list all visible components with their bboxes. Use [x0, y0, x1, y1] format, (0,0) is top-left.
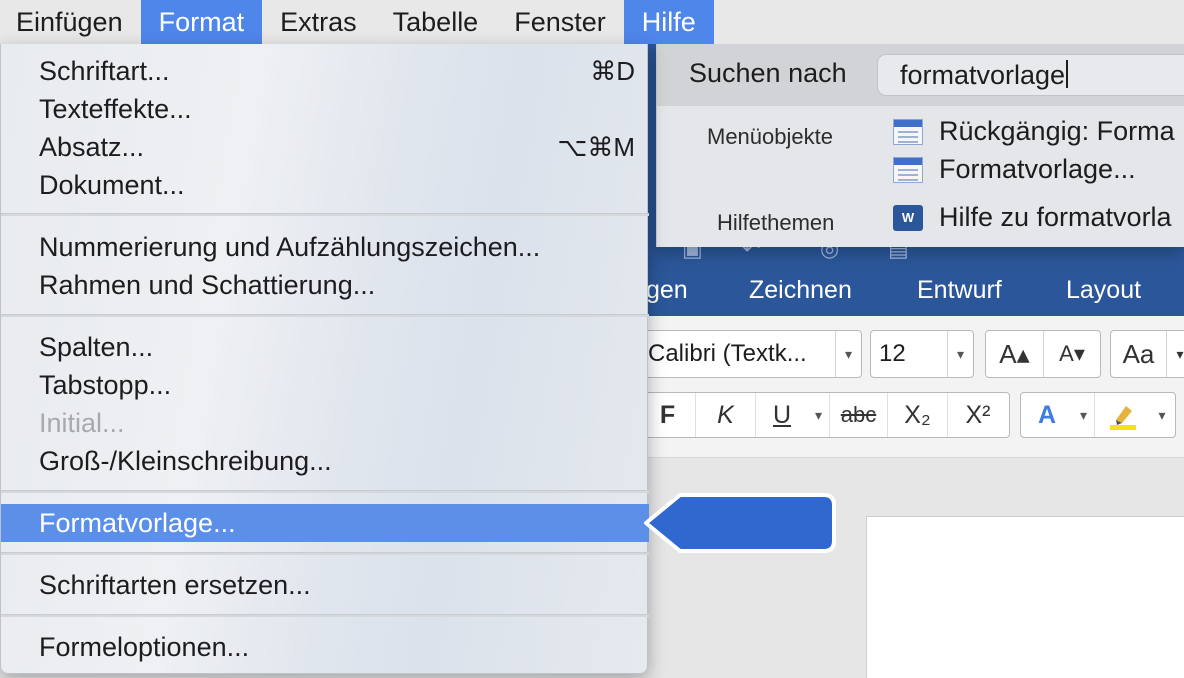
- menu-item-label: Texteffekte...: [39, 94, 192, 124]
- underline-button[interactable]: U: [756, 393, 808, 437]
- help-search-popover: Suchen nach formatvorlage Menüobjekte Hi…: [656, 44, 1184, 247]
- menu-separator: [1, 213, 649, 216]
- help-result-label: Formatvorlage...: [939, 154, 1136, 184]
- menu-item-label: Rahmen und Schattierung...: [39, 270, 376, 300]
- menu-separator: [1, 614, 649, 617]
- font-size-value: 12: [879, 340, 906, 367]
- document-page[interactable]: [866, 516, 1184, 678]
- menu-item-label: Absatz...: [39, 132, 145, 162]
- shortcut-label: ⌥⌘M: [557, 132, 635, 162]
- chevron-down-icon[interactable]: ▾: [808, 393, 830, 437]
- chevron-down-icon[interactable]: ▾: [947, 331, 973, 377]
- help-result-formatvorlage[interactable]: Formatvorlage...: [893, 154, 1136, 185]
- help-search-label: Suchen nach: [689, 58, 847, 88]
- word-icon: W: [893, 204, 923, 231]
- text-style-group: F K U ▾ abc X₂ X²: [640, 392, 1010, 438]
- help-result-label: Rückgängig: Forma: [939, 116, 1175, 146]
- section-help-topics-label: Hilfethemen: [717, 210, 835, 235]
- callout-arrow-icon: [644, 493, 836, 553]
- font-size-step-group: A▴ A▾: [985, 330, 1101, 378]
- format-buttons-row: F K U ▾ abc X₂ X² A ▾ ▾: [640, 392, 1176, 438]
- grow-font-button[interactable]: A▴: [986, 331, 1044, 377]
- menu-einfuegen[interactable]: Einfügen: [0, 0, 141, 44]
- menu-item-spalten[interactable]: Spalten...: [1, 328, 649, 366]
- font-size-select[interactable]: 12 ▾: [870, 330, 974, 378]
- menu-item-icon: [893, 156, 923, 183]
- tab-einfuegen[interactable]: gen: [646, 276, 688, 305]
- chevron-down-icon[interactable]: ▾: [1167, 331, 1184, 377]
- chevron-down-icon[interactable]: ▾: [1073, 393, 1095, 437]
- menu-item-label: Groß-/Kleinschreibung...: [39, 446, 332, 476]
- font-name-value: Calibri (Textk...: [648, 340, 807, 367]
- menu-item-rahmen[interactable]: Rahmen und Schattierung...: [1, 266, 649, 304]
- help-result-topic[interactable]: W Hilfe zu formatvorla: [893, 202, 1172, 233]
- chevron-down-icon[interactable]: ▾: [1151, 393, 1173, 437]
- help-result-label: Hilfe zu formatvorla: [939, 202, 1172, 232]
- menu-format[interactable]: Format: [140, 0, 263, 44]
- change-case-group: Aa ▾: [1110, 330, 1184, 378]
- menu-item-gross-kleinschreibung[interactable]: Groß-/Kleinschreibung...: [1, 442, 649, 480]
- shrink-font-button[interactable]: A▾: [1044, 331, 1100, 377]
- font-name-select[interactable]: Calibri (Textk... ▾: [640, 330, 862, 378]
- menu-item-label: Spalten...: [39, 332, 154, 362]
- menu-item-initial: Initial...: [1, 404, 649, 442]
- chevron-down-icon[interactable]: ▾: [835, 331, 861, 377]
- menu-item-label: Dokument...: [39, 170, 185, 200]
- menu-tabelle[interactable]: Tabelle: [375, 0, 497, 44]
- superscript-button[interactable]: X²: [948, 393, 1008, 437]
- tab-zeichnen[interactable]: Zeichnen: [749, 276, 852, 305]
- subscript-button[interactable]: X₂: [888, 393, 948, 437]
- menu-item-schriftart[interactable]: Schriftart... ⌘D: [1, 52, 649, 90]
- menu-item-label: Nummerierung und Aufzählungszeichen...: [39, 232, 541, 262]
- menu-item-label: Initial...: [39, 408, 125, 438]
- menu-extras[interactable]: Extras: [262, 0, 375, 44]
- menu-item-dokument[interactable]: Dokument...: [1, 166, 649, 204]
- menu-item-label: Schriftart...: [39, 56, 170, 86]
- text-effects-button[interactable]: A: [1021, 393, 1073, 437]
- menu-item-tabstopp[interactable]: Tabstopp...: [1, 366, 649, 404]
- help-search-value: formatvorlage: [900, 60, 1066, 90]
- strikethrough-button[interactable]: abc: [830, 393, 888, 437]
- help-result-undo[interactable]: Rückgängig: Forma: [893, 116, 1175, 147]
- effects-group: A ▾ ▾: [1020, 392, 1176, 438]
- menu-item-schriftarten-ersetzen[interactable]: Schriftarten ersetzen...: [1, 566, 649, 604]
- menu-item-formeloptionen[interactable]: Formeloptionen...: [1, 628, 649, 666]
- highlighter-icon[interactable]: [1095, 393, 1151, 437]
- menu-separator: [1, 314, 649, 317]
- menu-item-nummerierung[interactable]: Nummerierung und Aufzählungszeichen...: [1, 228, 649, 266]
- change-case-button[interactable]: Aa: [1111, 331, 1167, 377]
- tab-entwurf[interactable]: Entwurf: [917, 276, 1002, 305]
- menu-item-formatvorlage[interactable]: Formatvorlage...: [1, 504, 649, 542]
- section-menu-items-label: Menüobjekte: [707, 124, 833, 149]
- menu-item-icon: [893, 118, 923, 145]
- format-menu: Schriftart... ⌘D Texteffekte... Absatz..…: [0, 44, 649, 674]
- menu-item-absatz[interactable]: Absatz... ⌥⌘M: [1, 128, 649, 166]
- menu-hilfe[interactable]: Hilfe: [623, 0, 714, 44]
- italic-button[interactable]: K: [696, 393, 756, 437]
- menu-bar: Einfügen Format Extras Tabelle Fenster H…: [0, 0, 1184, 44]
- menu-item-label: Schriftarten ersetzen...: [39, 570, 311, 600]
- menu-item-label: Formeloptionen...: [39, 632, 250, 662]
- help-search-input[interactable]: formatvorlage: [877, 54, 1184, 96]
- shortcut-label: ⌘D: [590, 56, 635, 86]
- menu-item-texteffekte[interactable]: Texteffekte...: [1, 90, 649, 128]
- menu-item-label: Tabstopp...: [39, 370, 172, 400]
- menu-separator: [1, 490, 649, 493]
- menu-item-label: Formatvorlage...: [39, 508, 236, 538]
- menu-separator: [1, 552, 649, 555]
- menu-fenster[interactable]: Fenster: [496, 0, 624, 44]
- text-caret: [1066, 60, 1069, 88]
- tab-layout[interactable]: Layout: [1066, 276, 1141, 305]
